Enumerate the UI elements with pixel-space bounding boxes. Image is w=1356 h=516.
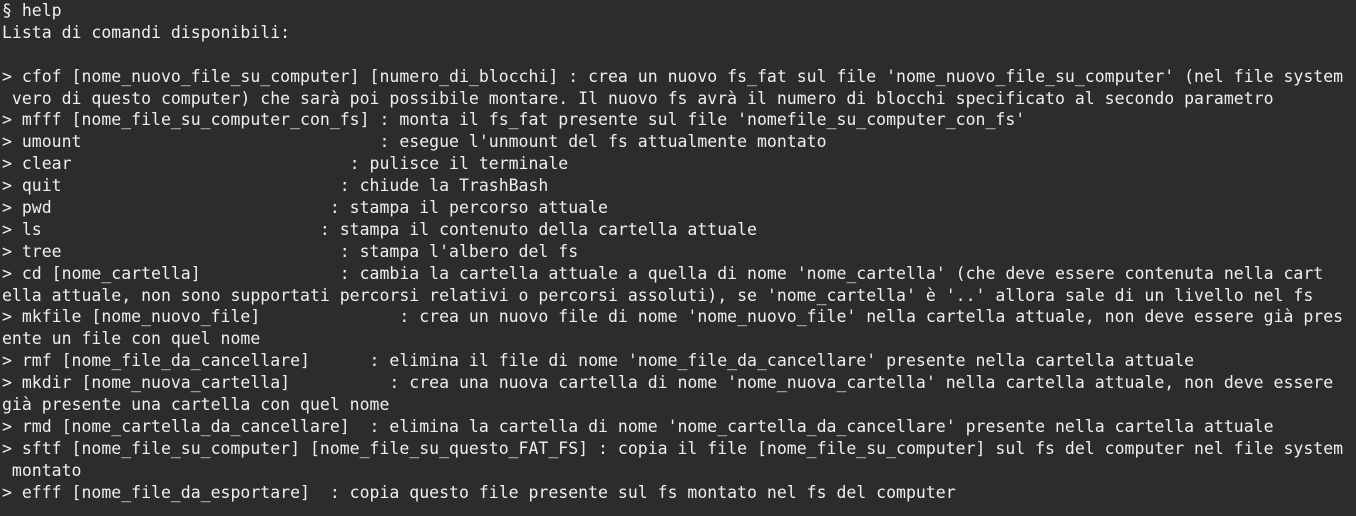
help-line-mkfile-cont: ente un file con quel nome [2, 329, 261, 349]
help-line-mkdir-cont: già presente una cartella con quel nome [2, 395, 390, 415]
help-line-rmf: > rmf [nome_file_da_cancellare] : elimin… [2, 351, 1195, 371]
help-line-cfof: > cfof [nome_nuovo_file_su_computer] [nu… [2, 66, 1344, 86]
terminal-window[interactable]: § help Lista di comandi disponibili: > c… [0, 0, 1356, 516]
help-line-tree: > tree : stampa l'albero del fs [2, 241, 579, 261]
help-line-clear: > clear : pulisce il terminale [2, 154, 569, 174]
help-line-umount: > umount : esegue l'unmount del fs attua… [2, 132, 827, 152]
help-line-efff: > efff [nome_file_da_esportare] : copia … [2, 482, 956, 502]
help-line-quit: > quit : chiude la TrashBash [2, 176, 549, 196]
help-line-mkfile: > mkfile [nome_nuovo_file] : crea un nuo… [2, 307, 1344, 327]
help-line-cd: > cd [nome_cartella] : cambia la cartell… [2, 263, 1324, 283]
help-line-sftf-cont: montato [2, 460, 82, 480]
help-line-mkdir: > mkdir [nome_nuova_cartella] : crea una… [2, 373, 1334, 393]
help-line-rmd: > rmd [nome_cartella_da_cancellare] : el… [2, 416, 1274, 436]
help-line-pwd: > pwd : stampa il percorso attuale [2, 198, 608, 218]
help-line-cfof-cont: vero di questo computer) che sarà poi po… [2, 88, 1274, 108]
help-line-cd-cont: ella attuale, non sono supportati percor… [2, 285, 1314, 305]
prompt-line: § help [2, 1, 62, 20]
help-line-mfff: > mfff [nome_file_su_computer_con_fs] : … [2, 110, 1026, 130]
help-heading: Lista di comandi disponibili: [2, 22, 291, 42]
help-line-ls: > ls : stampa il contenuto della cartell… [2, 219, 757, 239]
help-line-sftf: > sftf [nome_file_su_computer] [nome_fil… [2, 438, 1344, 458]
